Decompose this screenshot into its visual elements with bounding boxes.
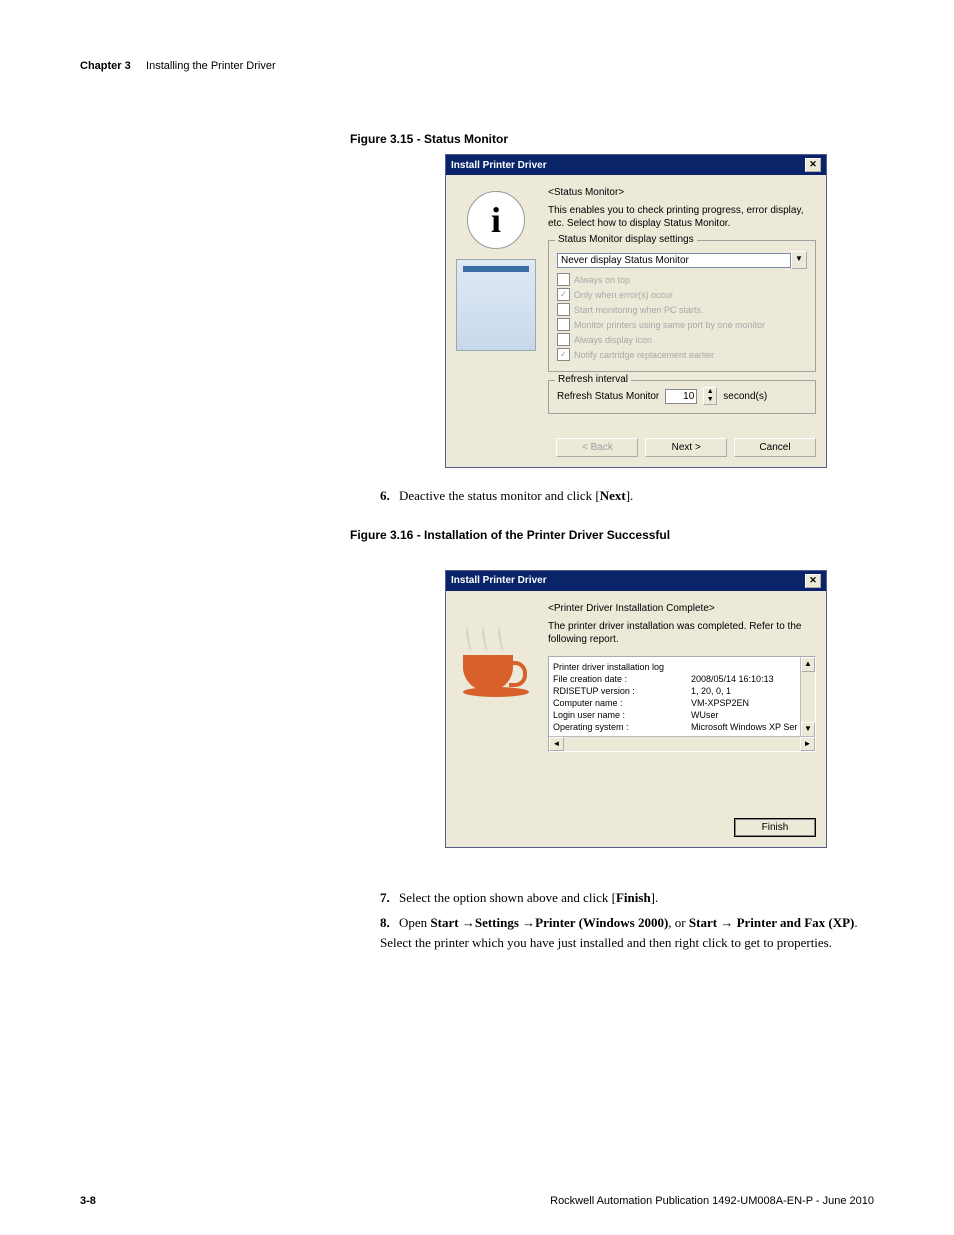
checkbox-only-errors: Only when error(s) occur xyxy=(557,288,807,301)
back-button: < Back xyxy=(556,438,638,457)
refresh-spinner-value[interactable]: 10 xyxy=(665,389,697,404)
checkbox-notify-cartridge: Notify cartridge replacement earlier xyxy=(557,348,807,361)
vertical-scrollbar[interactable]: ▲▼ xyxy=(800,657,815,737)
chevron-down-icon[interactable]: ▼ xyxy=(791,251,807,269)
titlebar: Install Printer Driver ✕ xyxy=(446,571,826,591)
button-row: < Back Next > Cancel xyxy=(446,432,826,467)
checkbox-start-pc: Start monitoring when PC starts. xyxy=(557,303,807,316)
dialog-description: The printer driver installation was comp… xyxy=(548,620,816,646)
close-icon[interactable]: ✕ xyxy=(805,158,821,172)
spinner-buttons[interactable]: ▲▼ xyxy=(703,387,717,405)
figure-caption-1: Figure 3.15 - Status Monitor xyxy=(350,132,874,146)
checkbox-always-icon: Always display icon xyxy=(557,333,807,346)
step-8: 8. Open Start →Settings →Printer (Window… xyxy=(380,913,874,952)
chapter-label: Chapter 3 xyxy=(80,60,131,72)
dropdown-display-mode[interactable]: Never display Status Monitor ▼ xyxy=(557,251,807,269)
titlebar: Install Printer Driver ✕ xyxy=(446,155,826,175)
running-header: Chapter 3 Installing the Printer Driver xyxy=(80,60,874,72)
section-heading: <Printer Driver Installation Complete> xyxy=(548,603,816,614)
dialog-title: Install Printer Driver xyxy=(451,575,547,586)
close-icon[interactable]: ✕ xyxy=(805,574,821,588)
cancel-button[interactable]: Cancel xyxy=(734,438,816,457)
publication-info: Rockwell Automation Publication 1492-UM0… xyxy=(550,1195,874,1207)
refresh-label: Refresh Status Monitor xyxy=(557,391,659,402)
coffee-cup-icon xyxy=(456,607,536,717)
group-display-settings: Status Monitor display settings Never di… xyxy=(548,240,816,372)
installation-report: Printer driver installation log File cre… xyxy=(548,656,816,752)
dialog-description: This enables you to check printing progr… xyxy=(548,204,816,230)
step-6: 6. Deactive the status monitor and click… xyxy=(380,486,874,506)
dialog-install-complete: Install Printer Driver ✕ <Printer Driver… xyxy=(445,570,827,848)
refresh-unit: second(s) xyxy=(723,391,767,402)
group-legend: Status Monitor display settings xyxy=(555,234,697,245)
chapter-title: Installing the Printer Driver xyxy=(146,60,276,72)
dropdown-value: Never display Status Monitor xyxy=(557,253,791,268)
group-refresh-interval: Refresh interval Refresh Status Monitor … xyxy=(548,380,816,414)
checkbox-monitor-port: Monitor printers using same port by one … xyxy=(557,318,807,331)
next-button[interactable]: Next > xyxy=(645,438,727,457)
report-header: Printer driver installation log xyxy=(553,661,811,673)
dialog-title: Install Printer Driver xyxy=(451,160,547,171)
page-number: 3-8 xyxy=(80,1195,96,1207)
page-footer: 3-8 Rockwell Automation Publication 1492… xyxy=(80,1195,874,1207)
info-icon: i xyxy=(467,191,525,249)
figure-caption-2: Figure 3.16 - Installation of the Printe… xyxy=(350,528,874,542)
illustration-panel xyxy=(456,259,536,351)
finish-button[interactable]: Finish xyxy=(734,818,816,837)
step-7: 7. Select the option shown above and cli… xyxy=(380,888,874,908)
dialog-status-monitor: Install Printer Driver ✕ i <Status Monit… xyxy=(445,154,827,468)
section-heading: <Status Monitor> xyxy=(548,187,816,198)
group-legend-refresh: Refresh interval xyxy=(555,374,631,385)
button-row: Finish xyxy=(446,812,826,847)
checkbox-always-top: Always on top xyxy=(557,273,807,286)
horizontal-scrollbar[interactable]: ◄► xyxy=(549,736,815,751)
